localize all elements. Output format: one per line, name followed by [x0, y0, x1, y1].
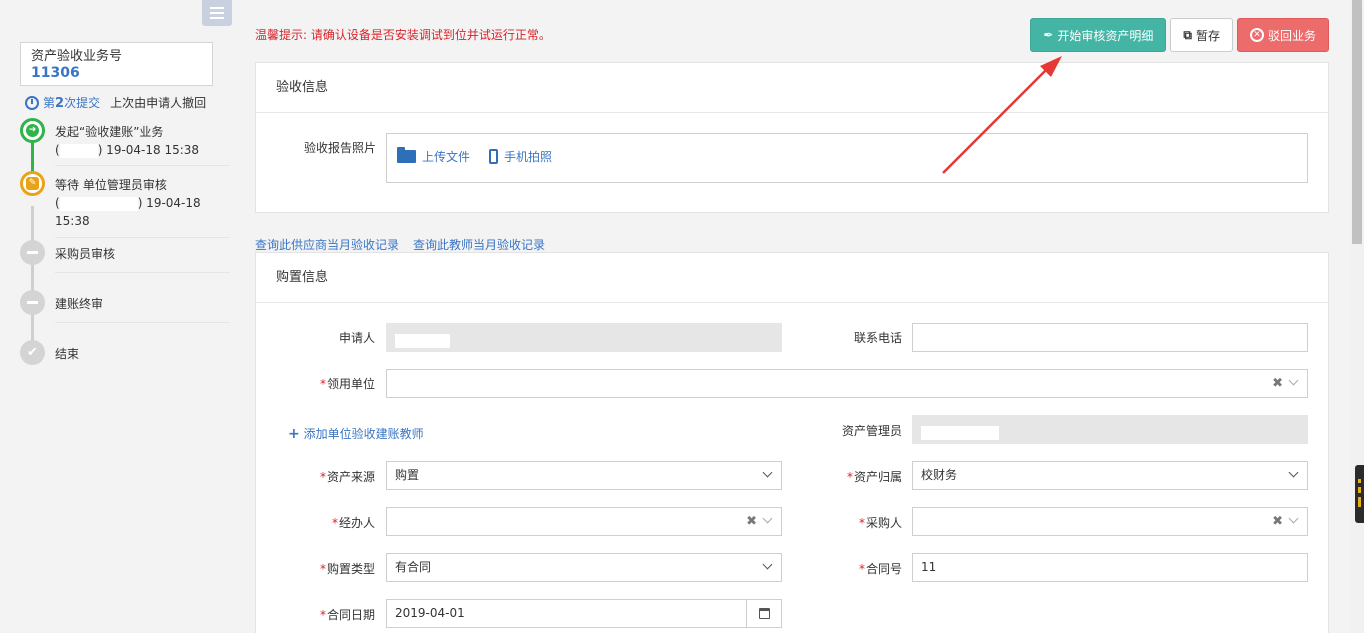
calendar-icon — [758, 608, 770, 619]
chevron-down-icon — [762, 513, 773, 524]
chevron-down-icon — [762, 467, 773, 478]
source-label: *资产来源 — [319, 470, 375, 484]
step-current-icon: ✎ — [20, 171, 45, 196]
workflow-sidebar: 资产验收业务号 11306 第2次提交 上次由申请人撤回 ➜ 发起“验收建账”业… — [0, 0, 240, 633]
check-icon: ✔ — [20, 340, 45, 365]
unit-label: *领用单位 — [319, 377, 375, 391]
sitemap-icon: ⧉ — [1183, 27, 1192, 42]
action-toolbar: ✒ 开始审核资产明细 ⧉ 暂存 ✕ 驳回业务 — [1030, 18, 1329, 52]
menu-icon — [210, 7, 224, 9]
asset-manager-label: 资产管理员 — [841, 424, 902, 438]
business-number-label: 资产验收业务号 — [31, 49, 123, 64]
pen-icon: ✒ — [1043, 28, 1054, 42]
step-pending-icon — [20, 290, 45, 315]
contract-no-label: *合同号 — [858, 562, 902, 576]
phone-label: 联系电话 — [853, 331, 902, 345]
ownership-select[interactable]: 校财务 — [912, 461, 1308, 490]
folder-open-icon — [397, 147, 416, 163]
buyer-label: *采购人 — [858, 516, 902, 530]
contract-date-input[interactable]: 2019-04-01 — [386, 599, 782, 628]
menu-toggle-button[interactable] — [202, 0, 232, 26]
step-pending-icon — [20, 240, 45, 265]
contract-date-label: *合同日期 — [319, 608, 375, 622]
upload-file-link[interactable]: 上传文件 — [397, 147, 470, 165]
purchase-panel-title: 购置信息 — [256, 253, 1328, 303]
save-draft-button[interactable]: ⧉ 暂存 — [1170, 18, 1233, 52]
teacher-records-link[interactable]: 查询此教师当月验收记录 — [413, 236, 545, 253]
phone-photo-link[interactable]: 手机拍照 — [489, 148, 552, 165]
warning-tip: 温馨提示: 请确认设备是否安装调试到位并试运行正常。 — [255, 28, 551, 42]
handler-select[interactable]: ✖ — [386, 507, 782, 536]
plus-icon: + — [288, 426, 300, 442]
mobile-phone-icon — [489, 149, 498, 164]
clear-icon[interactable]: ✖ — [1272, 370, 1283, 397]
acceptance-panel: 验收信息 验收报告照片 上传文件 手机拍照 — [255, 62, 1329, 213]
page-scrollbar[interactable] — [1350, 0, 1364, 633]
submit-count-line: 第2次提交 上次由申请人撤回 — [25, 94, 206, 111]
business-number-box: 资产验收业务号 11306 — [20, 42, 213, 86]
step-done-icon: ➜ — [20, 118, 45, 143]
chevron-down-icon — [1288, 375, 1299, 386]
add-teacher-link[interactable]: + 添加单位验收建账教师 — [288, 425, 424, 442]
photo-label: 验收报告照片 — [303, 141, 376, 155]
purchase-type-label: *购置类型 — [319, 562, 375, 576]
phone-input[interactable] — [912, 323, 1308, 352]
chevron-down-icon — [1288, 467, 1299, 478]
unit-select[interactable]: ✖ — [386, 369, 1308, 398]
side-widget[interactable] — [1355, 465, 1364, 523]
redacted-name — [59, 143, 98, 158]
contract-no-input[interactable]: 11 — [912, 553, 1308, 582]
applicant-field — [386, 323, 782, 352]
close-circle-icon: ✕ — [1249, 28, 1264, 42]
purchase-type-select[interactable]: 有合同 — [386, 553, 782, 582]
business-number-value: 11306 — [31, 65, 80, 81]
handler-label: *经办人 — [331, 516, 375, 530]
withdraw-button[interactable]: ✕ 驳回业务 — [1236, 18, 1329, 52]
timeline-line-pending — [31, 206, 34, 356]
main-content: 温馨提示: 请确认设备是否安装调试到位并试运行正常。 ✒ 开始审核资产明细 ⧉ … — [255, 0, 1329, 633]
clock-icon — [25, 95, 39, 110]
chevron-down-icon — [762, 559, 773, 570]
redacted-name — [921, 425, 999, 440]
source-select[interactable]: 购置 — [386, 461, 782, 490]
photo-upload-area: 上传文件 手机拍照 — [386, 133, 1308, 183]
acceptance-panel-title: 验收信息 — [256, 63, 1328, 113]
asset-manager-field — [912, 415, 1308, 444]
buyer-select[interactable]: ✖ — [912, 507, 1308, 536]
supplier-records-link[interactable]: 查询此供应商当月验收记录 — [255, 236, 399, 253]
scrollbar-thumb[interactable] — [1352, 0, 1362, 244]
record-links: 查询此供应商当月验收记录 查询此教师当月验收记录 — [255, 236, 545, 253]
applicant-label: 申请人 — [338, 331, 375, 345]
submit-count: 第2次提交 — [43, 96, 101, 111]
calendar-button[interactable] — [746, 600, 781, 627]
redacted-name — [395, 333, 450, 348]
start-review-button[interactable]: ✒ 开始审核资产明细 — [1030, 18, 1167, 52]
ownership-label: *资产归属 — [846, 470, 902, 484]
redacted-name — [59, 196, 138, 211]
clear-icon[interactable]: ✖ — [746, 508, 757, 535]
clear-icon[interactable]: ✖ — [1272, 508, 1283, 535]
chevron-down-icon — [1288, 513, 1299, 524]
submit-note: 上次由申请人撤回 — [110, 96, 207, 110]
